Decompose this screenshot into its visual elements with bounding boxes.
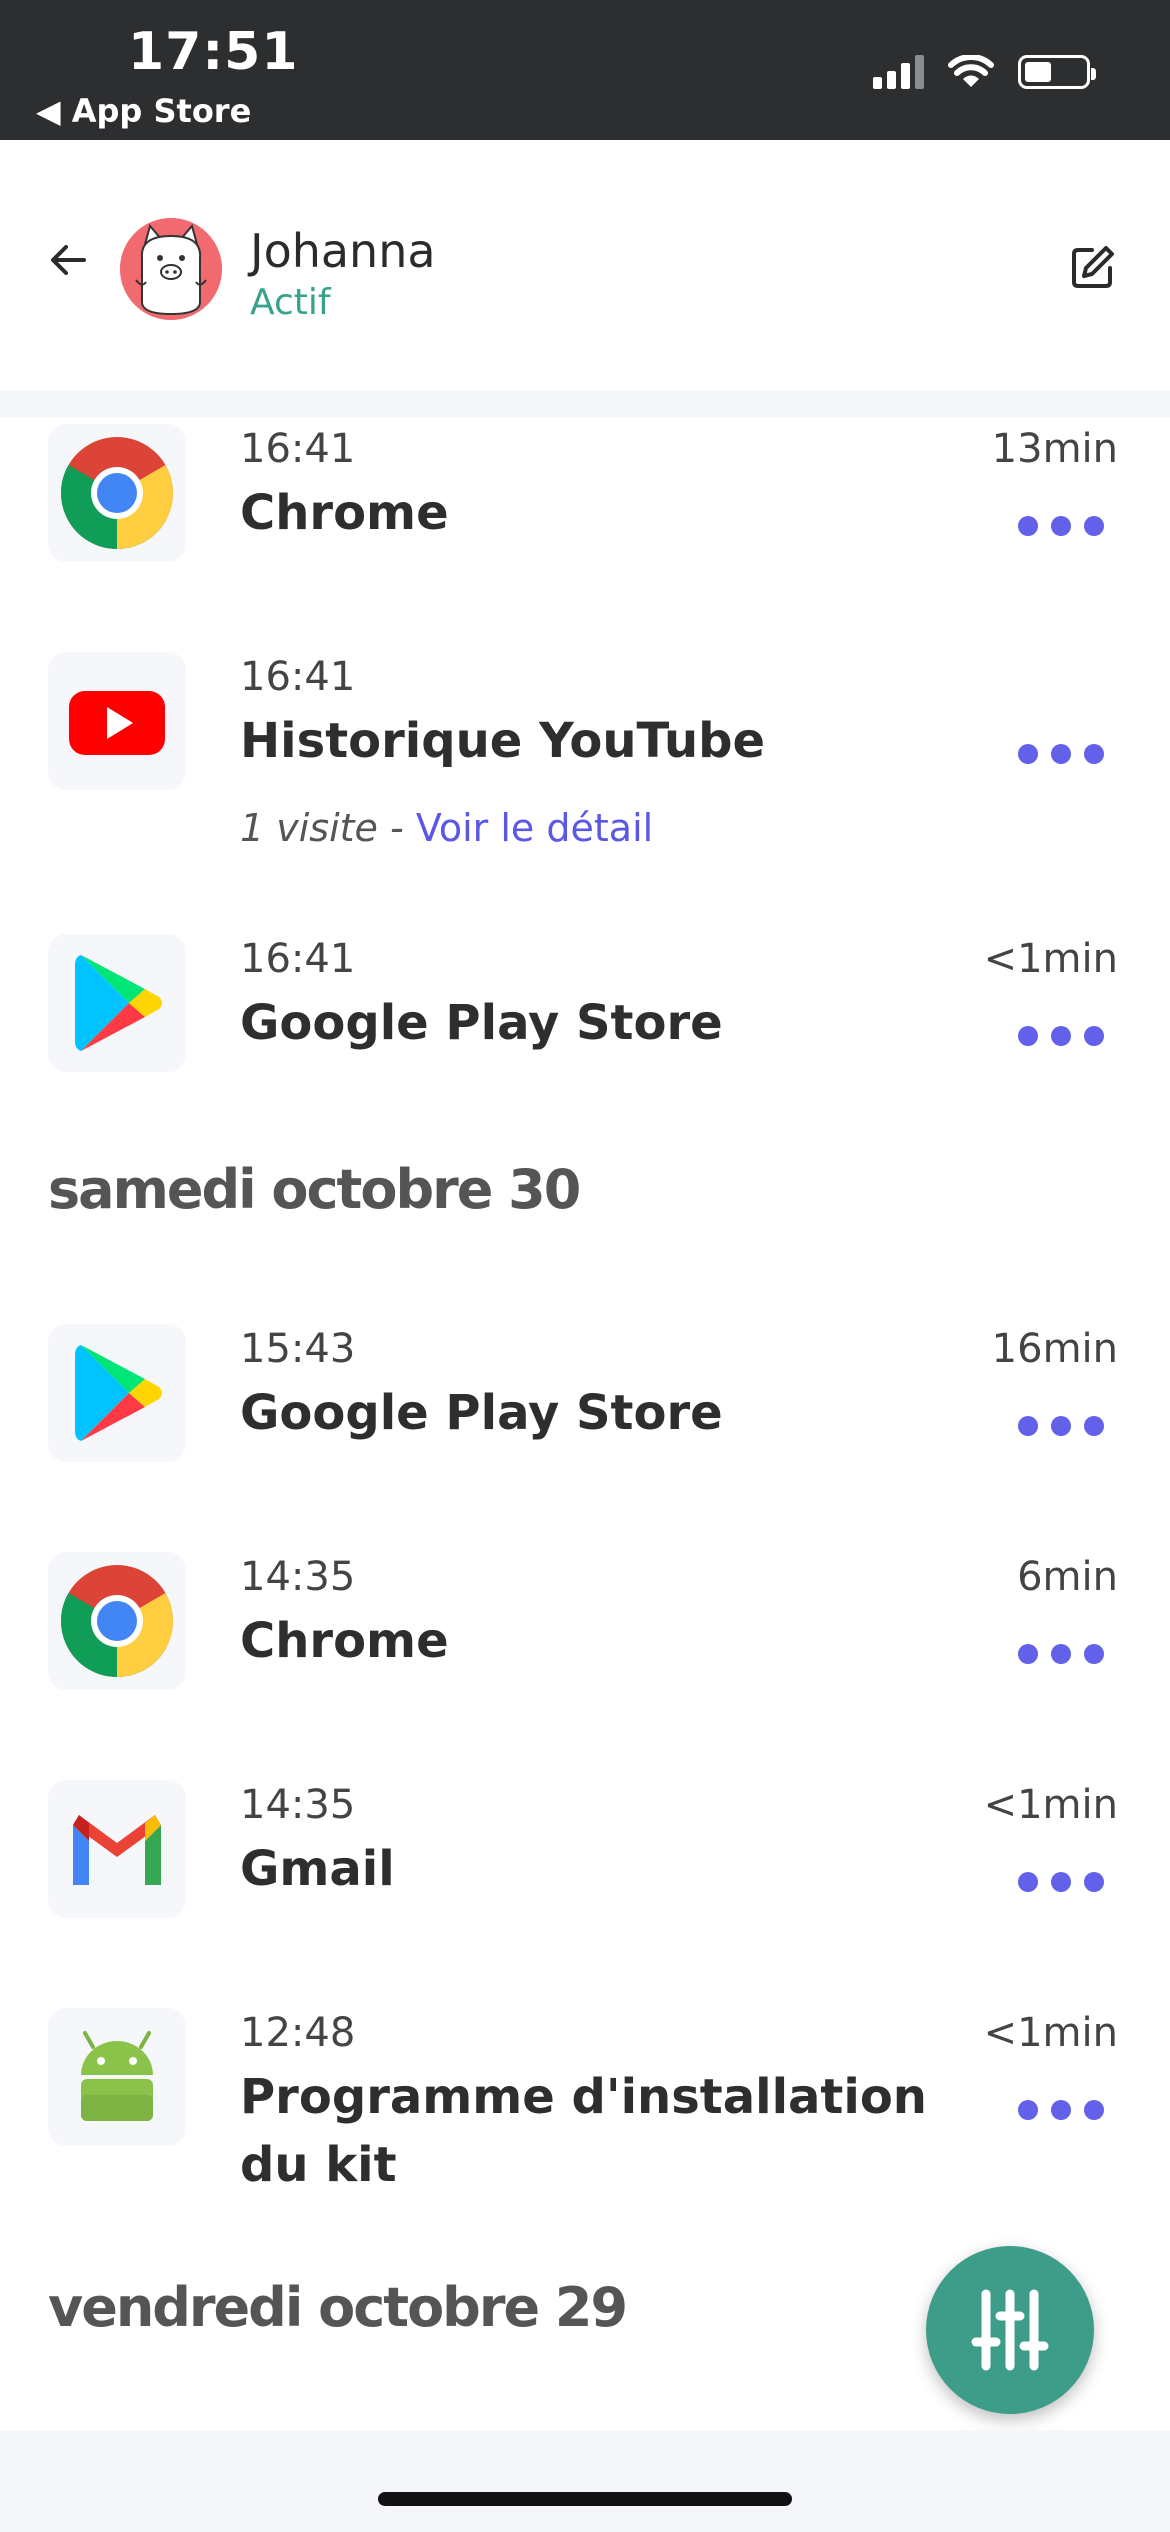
battery-icon [1018, 55, 1096, 89]
list-item[interactable]: 16:41 Google Play Store <1min [0, 928, 1170, 1128]
list-item[interactable]: 16:41 Chrome 13min [0, 418, 1170, 618]
list-item[interactable]: 14:35 Chrome 6min [0, 1546, 1170, 1746]
more-options-icon[interactable] [1018, 516, 1104, 538]
status-bar: 17:51 ◀ App Store [0, 0, 1170, 140]
bottom-bar [0, 2430, 1170, 2532]
list-item[interactable]: 14:35 Gmail <1min [0, 1774, 1170, 1974]
avatar [120, 218, 222, 320]
edit-icon[interactable] [1070, 244, 1116, 290]
android-icon [48, 2008, 186, 2146]
back-to-app-store[interactable]: ◀ App Store [36, 92, 251, 130]
item-time: 15:43 [240, 1326, 356, 1372]
list-item[interactable]: 15:43 Google Play Store 16min [0, 1318, 1170, 1518]
item-duration: <1min [983, 2010, 1118, 2056]
visit-separator: - [377, 806, 416, 850]
list-item[interactable]: 12:48 Programme d'installation du kit <1… [0, 2002, 1170, 2262]
more-options-icon[interactable] [1018, 744, 1104, 766]
item-time: 16:41 [240, 654, 356, 700]
status-time: 17:51 [128, 22, 299, 82]
view-detail-link[interactable]: Voir le détail [416, 806, 653, 850]
more-options-icon[interactable] [1018, 1644, 1104, 1666]
item-duration: 16min [991, 1326, 1118, 1372]
header-divider [0, 390, 1170, 418]
item-time: 14:35 [240, 1782, 356, 1828]
visit-info: 1 visite - Voir le détail [240, 806, 653, 850]
profile-status: Actif [250, 282, 331, 323]
item-time: 14:35 [240, 1554, 356, 1600]
pig-avatar-icon [120, 218, 222, 320]
gmail-icon [48, 1780, 186, 1918]
status-icons [873, 55, 1096, 89]
profile-header: Johanna Actif [0, 140, 1170, 390]
item-time: 12:48 [240, 2010, 356, 2056]
play-store-icon [48, 1324, 186, 1462]
youtube-icon [48, 652, 186, 790]
item-title: Chrome [240, 1613, 449, 1669]
back-arrow-icon[interactable] [48, 240, 88, 280]
more-options-icon[interactable] [1018, 1416, 1104, 1438]
item-duration: 13min [991, 426, 1118, 472]
item-duration: 6min [1017, 1554, 1118, 1600]
day-header: samedi octobre 30 [48, 1158, 581, 1221]
play-store-icon [48, 934, 186, 1072]
item-duration: <1min [983, 1782, 1118, 1828]
chrome-icon [48, 1552, 186, 1690]
item-title-line1: Programme d'installation [240, 2069, 927, 2125]
profile-name: Johanna [250, 224, 436, 278]
wifi-icon [948, 55, 994, 87]
visit-count: 1 visite [240, 806, 378, 850]
item-time: 16:41 [240, 936, 356, 982]
item-title-line2: du kit [240, 2137, 397, 2193]
activity-list: 16:41 Chrome 13min 16:41 Historique YouT… [0, 418, 1170, 2430]
chrome-icon [48, 424, 186, 562]
sliders-icon [971, 2289, 1049, 2371]
item-time: 16:41 [240, 426, 356, 472]
day-header: vendredi octobre 29 [48, 2276, 628, 2339]
more-options-icon[interactable] [1018, 1872, 1104, 1894]
item-title: Gmail [240, 1841, 395, 1897]
list-item[interactable]: 16:41 Historique YouTube 1 visite - Voir… [0, 646, 1170, 876]
item-title: Google Play Store [240, 1385, 723, 1441]
more-options-icon[interactable] [1018, 2100, 1104, 2122]
item-duration: <1min [983, 936, 1118, 982]
more-options-icon[interactable] [1018, 1026, 1104, 1048]
item-title: Google Play Store [240, 995, 723, 1051]
filter-button[interactable] [926, 2246, 1094, 2414]
home-indicator[interactable] [378, 2492, 792, 2506]
signal-icon [873, 55, 924, 89]
item-title: Chrome [240, 485, 449, 541]
item-title: Historique YouTube [240, 713, 766, 769]
